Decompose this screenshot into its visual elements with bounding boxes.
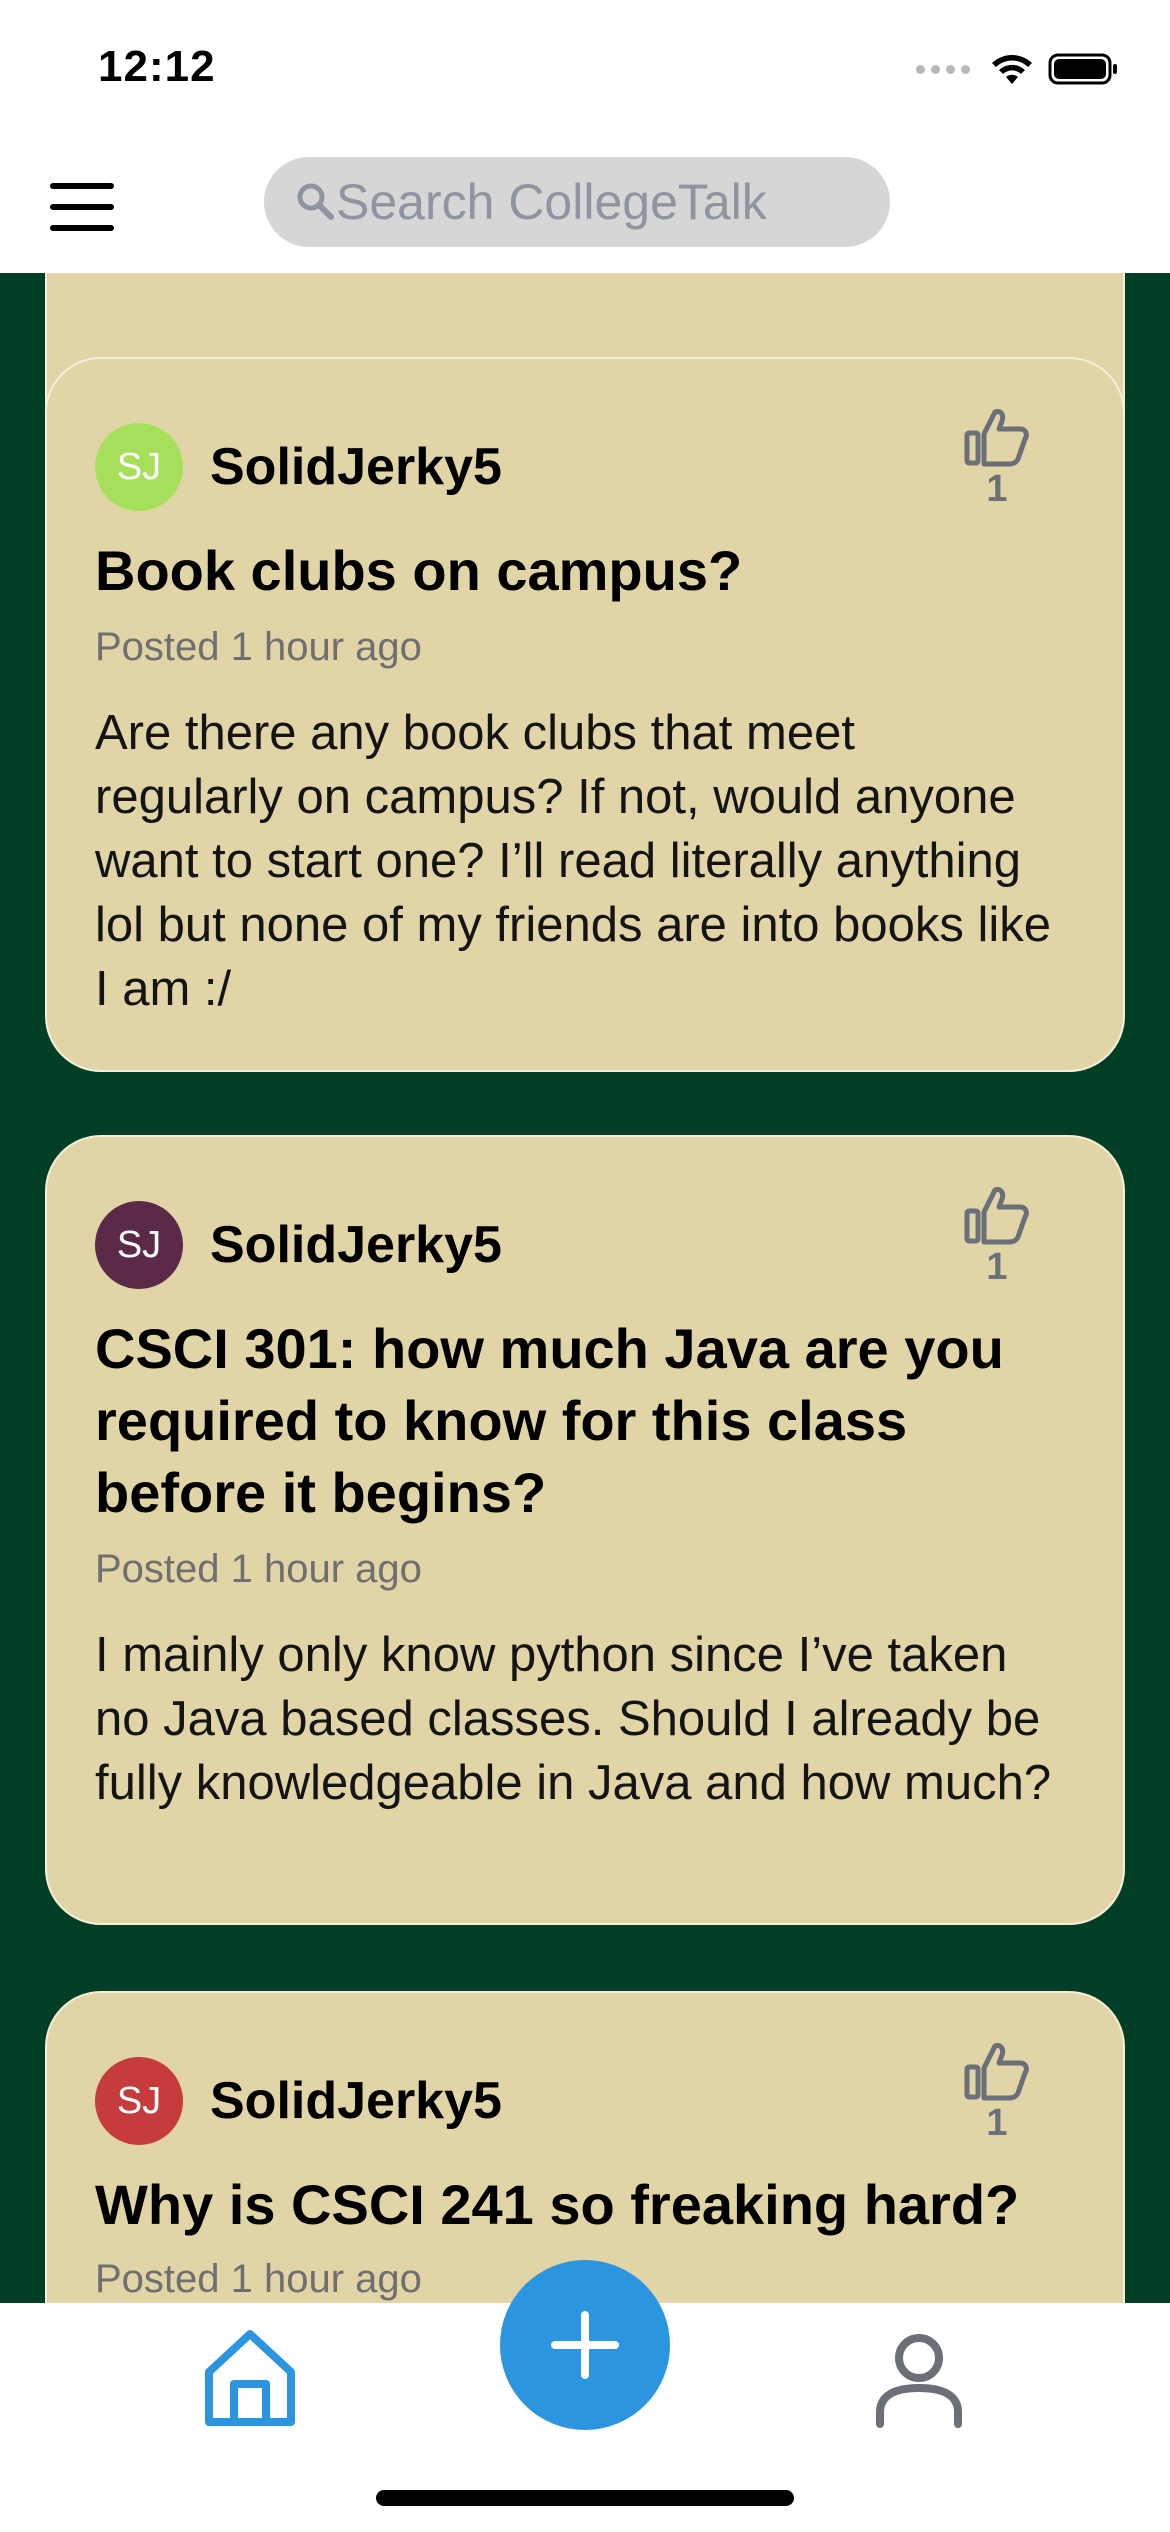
post-title: Why is CSCI 241 so freaking hard? [95, 2173, 1020, 2236]
post-title: Book clubs on campus? [95, 539, 743, 602]
menu-icon[interactable] [50, 183, 114, 231]
post-timestamp: Posted 1 hour ago [95, 2257, 422, 2301]
thumbs-up-icon [964, 1187, 1029, 1245]
plus-icon [551, 2311, 619, 2379]
post-username: SolidJerky5 [210, 1216, 502, 1274]
avatar: SJ [95, 1201, 183, 1289]
thumbs-up-icon [964, 409, 1029, 467]
cellular-signal-icon [916, 64, 970, 74]
status-icons [916, 52, 1120, 86]
like-count: 1 [986, 468, 1008, 510]
status-time: 12:12 [98, 42, 216, 91]
post-feed[interactable]: SJ SolidJerky5 1 Book clubs on campus? P… [0, 273, 1170, 2303]
post-card[interactable]: SJ SolidJerky5 1 Book clubs on campus? P… [45, 357, 1125, 1072]
top-bar: 12:12 [0, 0, 1170, 273]
search-icon [297, 183, 334, 220]
home-icon [205, 2330, 295, 2426]
like-count: 1 [986, 1246, 1008, 1288]
post-title: CSCI 301: how much Java are you required… [95, 1317, 1004, 1524]
search-input[interactable] [336, 173, 796, 231]
post-card[interactable]: SJ SolidJerky5 1 Why is CSCI 241 so frea… [45, 1991, 1125, 2303]
post-timestamp: Posted 1 hour ago [95, 625, 422, 669]
like-button[interactable]: 1 [959, 2041, 1035, 2145]
post-body: Are there any book clubs that meet regul… [95, 706, 1052, 1016]
search-bar[interactable] [264, 157, 890, 247]
avatar: SJ [95, 423, 183, 511]
thumbs-up-icon [964, 2043, 1029, 2101]
post-timestamp: Posted 1 hour ago [95, 1547, 422, 1591]
home-indicator [376, 2490, 794, 2506]
post-body: I mainly only know python since I’ve tak… [95, 1628, 1052, 1810]
person-icon [876, 2334, 962, 2428]
profile-tab[interactable] [874, 2330, 964, 2430]
like-button[interactable]: 1 [959, 407, 1035, 511]
like-count: 1 [986, 2102, 1008, 2144]
avatar: SJ [95, 2057, 183, 2145]
post-username: SolidJerky5 [210, 2072, 502, 2130]
post-card[interactable]: SJ SolidJerky5 1 CSCI 301: how much Java… [45, 1135, 1125, 1925]
battery-icon [1048, 53, 1117, 85]
post-username: SolidJerky5 [210, 438, 502, 496]
add-post-button[interactable] [500, 2260, 670, 2430]
home-tab[interactable] [203, 2328, 297, 2428]
like-button[interactable]: 1 [959, 1185, 1035, 1289]
wifi-icon [992, 55, 1032, 84]
